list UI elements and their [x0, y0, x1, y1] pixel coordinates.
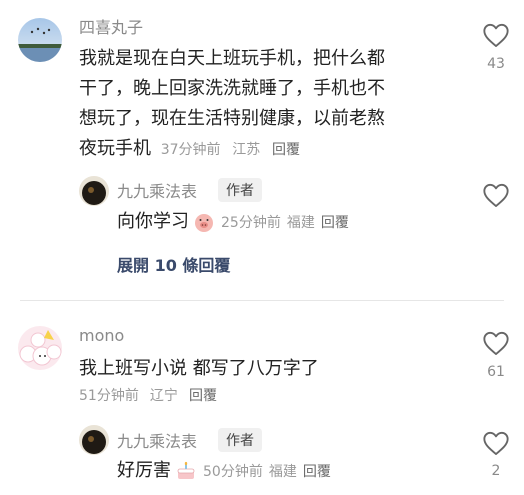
avatar[interactable] [18, 18, 62, 62]
comment-last-line-row: 夜玩手机 37分钟前 江苏 回覆 [79, 134, 449, 165]
heart-outline-icon [483, 331, 509, 356]
comment-text: 我就是现在白天上班玩手机，把什么都 干了，晚上回家洗洗就睡了，手机也不 想玩了，… [79, 44, 449, 165]
comment-meta-row: 51分钟前 辽宁 回覆 [79, 385, 217, 405]
reply-location: 福建 [268, 464, 297, 480]
like-count: 43 [487, 56, 505, 72]
pig-emoji-icon [193, 211, 215, 233]
like-count: 61 [487, 364, 505, 380]
comment-text-line: 我上班写小说 都写了八万字了 [79, 358, 319, 379]
reply-avatar[interactable] [79, 176, 109, 206]
avatar-image [79, 176, 109, 206]
reply-username[interactable]: 九九乘法表 [117, 178, 197, 202]
expand-replies-link[interactable]: 展開 10 條回覆 [117, 252, 230, 276]
comment-time: 37分钟前 [160, 142, 221, 158]
comment-location: 辽宁 [149, 388, 178, 404]
cake-emoji-icon [175, 460, 197, 482]
heart-outline-icon [483, 431, 509, 456]
author-badge: 作者 [218, 178, 262, 202]
heart-outline-icon [483, 183, 509, 208]
avatar-image [79, 425, 109, 455]
reply-avatar[interactable] [79, 425, 109, 455]
author-badge: 作者 [218, 428, 262, 452]
reply-username[interactable]: 九九乘法表 [117, 428, 197, 452]
avatar[interactable] [18, 326, 62, 370]
reply-text: 好厉害 [117, 460, 171, 481]
reply-like-button[interactable] [476, 430, 516, 460]
divider [20, 300, 504, 301]
reply-button[interactable]: 回覆 [321, 212, 349, 232]
reply-like-button[interactable] [476, 182, 516, 212]
reply-button[interactable]: 回覆 [189, 388, 217, 404]
avatar-image [18, 326, 62, 370]
like-button[interactable] [476, 330, 516, 360]
reply-location: 福建 [286, 215, 315, 231]
avatar-image [18, 18, 62, 62]
reply-button[interactable]: 回覆 [272, 142, 300, 158]
reply-time: 50分钟前 [203, 464, 263, 480]
comment-text-line: 夜玩手机 [79, 138, 151, 159]
like-count: 2 [491, 463, 501, 479]
like-button[interactable] [476, 22, 516, 52]
heart-outline-icon [483, 23, 509, 48]
comment-username[interactable]: mono [79, 326, 124, 345]
comment-text-line: 干了，晚上回家洗洗就睡了，手机也不 [79, 78, 385, 99]
comment-text-line: 想玩了，现在生活特别健康，以前老熬 [79, 108, 385, 129]
comment-location: 江苏 [232, 142, 261, 158]
comment-time: 51分钟前 [79, 388, 139, 404]
reply-time: 25分钟前 [221, 215, 281, 231]
comment-username[interactable]: 四喜丸子 [79, 14, 143, 38]
reply-row: 好厉害 50分钟前 福建 回覆 [117, 457, 331, 485]
reply-text: 向你学习 [117, 211, 189, 232]
comment-text-line: 我就是现在白天上班玩手机，把什么都 [79, 48, 385, 69]
reply-row: 向你学习 25分钟前 福建 回覆 [117, 208, 349, 236]
reply-button[interactable]: 回覆 [303, 461, 331, 481]
